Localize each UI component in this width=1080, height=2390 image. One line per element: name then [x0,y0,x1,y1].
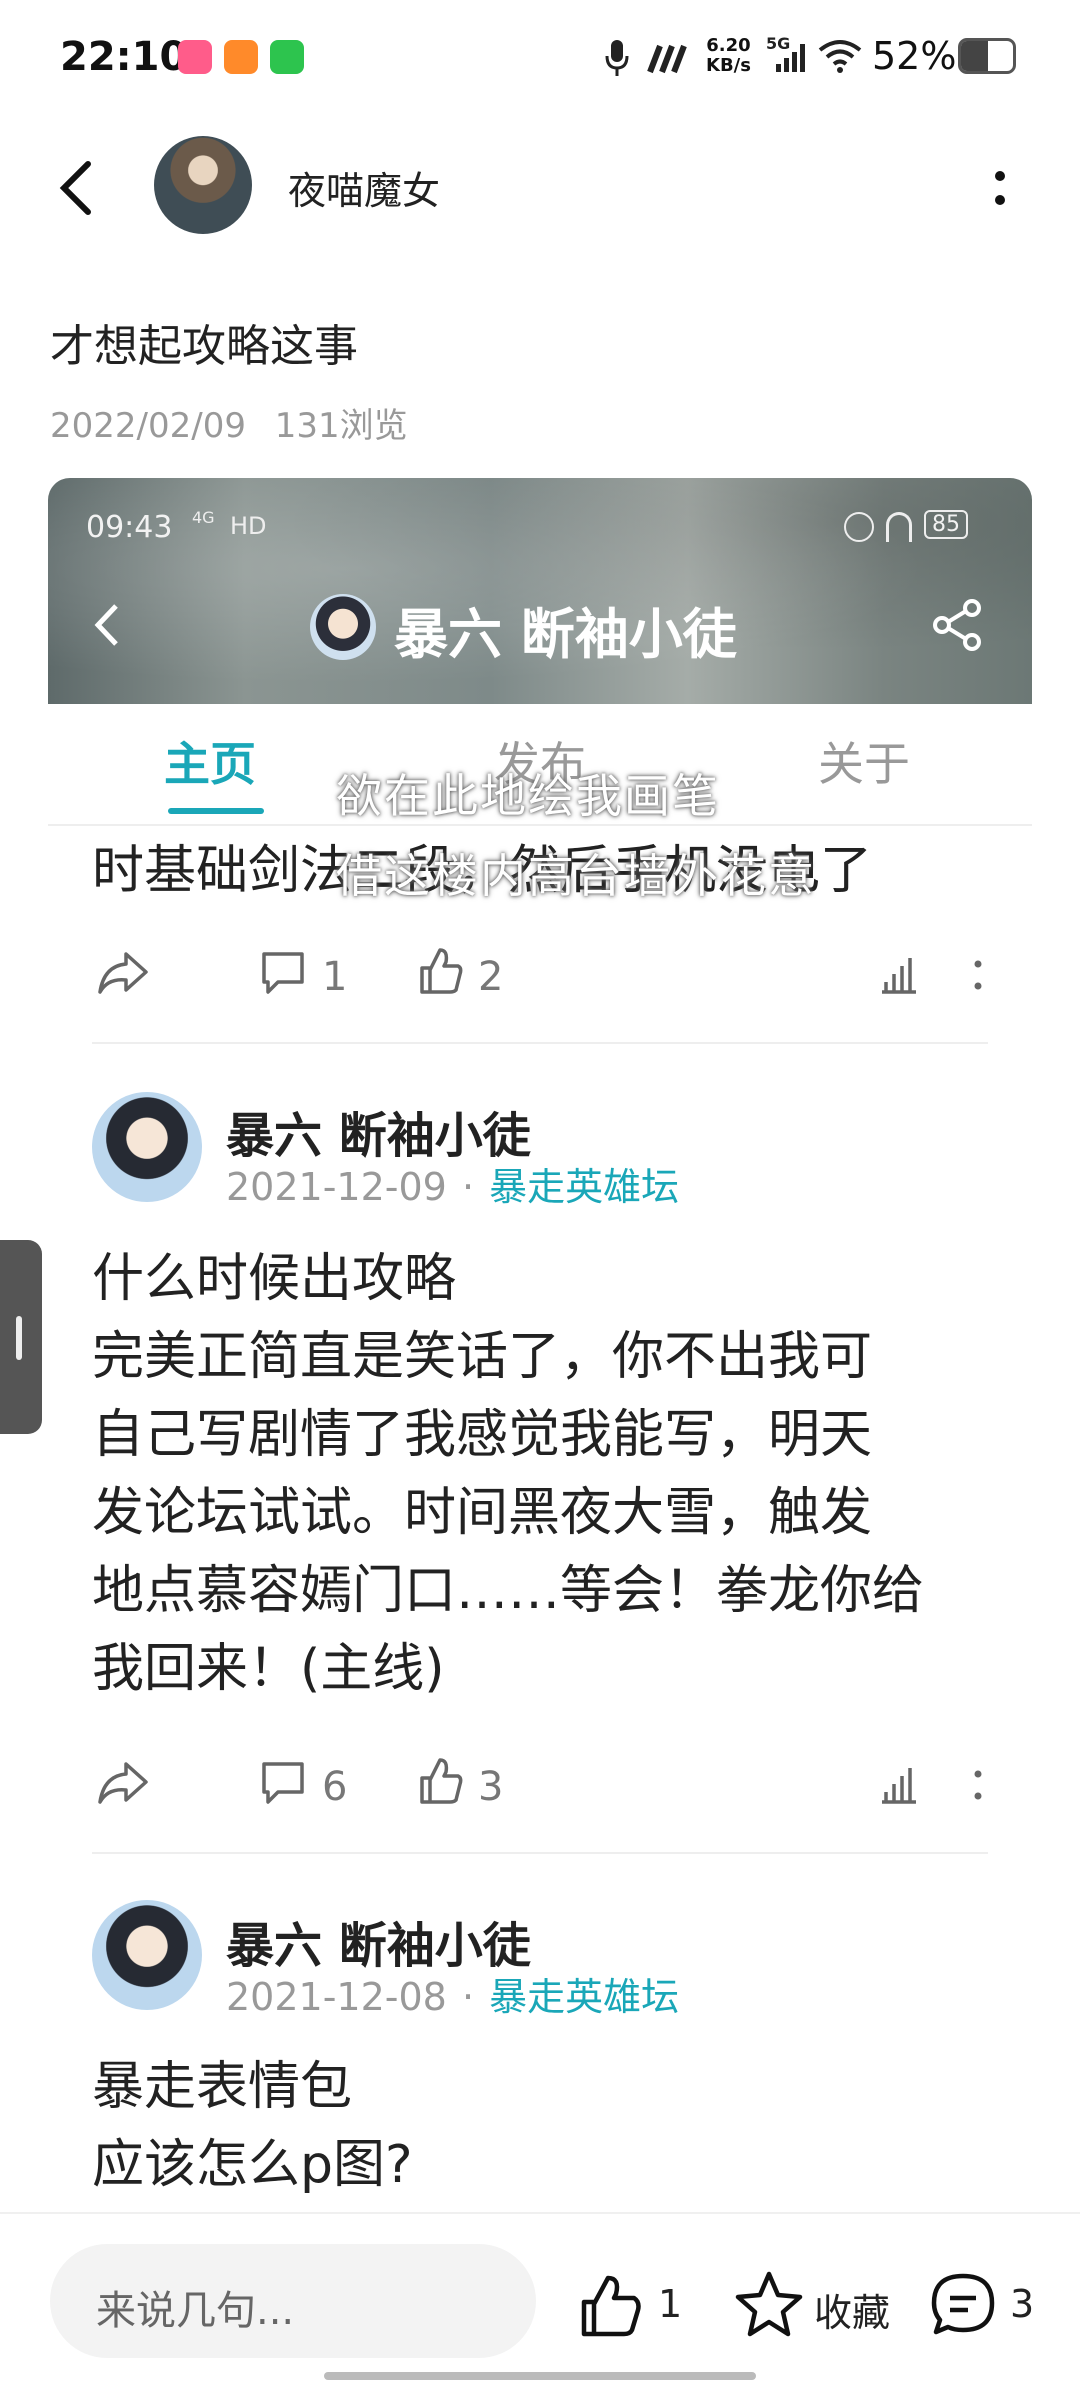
shot-title: 暴六 断袖小徒 [394,603,737,666]
status-time: 22:10 [60,34,188,80]
net-speed: 6.20 KB/s [706,36,751,76]
overlay-subtitle-1: 欲在此地绘我画笔 [336,769,720,823]
favorite-label[interactable]: 收藏 [814,2282,890,2337]
item-date: 2021-12-09 [226,1165,447,1209]
back-button[interactable] [56,158,96,218]
bilibili-app-icon [178,40,212,74]
item-date: 2021-12-08 [226,1975,447,2019]
signal-label: 5G [766,34,791,53]
meta-separator: · [461,1975,475,2019]
embedded-screenshot[interactable]: 09:43 4G HD 85 暴六 断袖小徒 [48,478,1032,704]
item-line: 暴走表情包 [92,2057,353,2117]
forum-link[interactable]: 暴走英雄坛 [489,1165,679,1209]
battery-percent: 52% [872,34,957,78]
comment-count: 6 [322,1764,348,1810]
share-icon[interactable] [96,1758,150,1818]
comment-icon[interactable] [260,1760,306,1806]
author-avatar[interactable] [154,136,252,234]
item-more-icon[interactable] [974,1770,982,1800]
user-meta: 2021-12-08 · 暴走英雄坛 [226,1966,679,2021]
taobao-app-icon [224,40,258,74]
mic-icon [604,38,630,78]
like-icon[interactable] [578,2272,644,2338]
star-icon[interactable] [734,2270,804,2340]
share-icon[interactable] [96,948,150,1008]
overlay-subtitle-2: 借这楼内高台墙外花意 [336,849,816,903]
shot-lock-icon [844,512,874,542]
battery-fill [961,41,989,71]
tab-about[interactable]: 关于 [818,728,910,794]
item-line: 完美正简直是笑话了，你不出我可 [92,1327,873,1387]
item-line: 发论坛试试。时间黑夜大雪，触发 [92,1483,873,1543]
user-meta: 2021-12-09 · 暴走英雄坛 [226,1156,679,1211]
wechat-app-icon [270,40,304,74]
item-line: 自己写剧情了我感觉我能写，明天 [92,1405,873,1465]
shot-user-avatar [310,594,376,660]
back-arrow-icon [59,161,91,215]
post-meta: 2022/02/09 131浏览 [50,398,408,447]
tab-home-indicator [168,808,264,814]
shot-battery: 85 [924,510,968,539]
bottom-like-count: 1 [658,2282,683,2326]
author-name[interactable]: 夜喵魔女 [288,160,440,215]
like-icon[interactable] [418,946,464,996]
net-speed-value: 6.20 [706,35,751,56]
item-line: 我回来！(主线) [92,1639,445,1699]
feed-divider [92,1852,988,1854]
feed-divider [92,1042,988,1044]
post-views: 131浏览 [274,406,408,446]
user-avatar[interactable] [92,1900,202,2010]
battery-icon [958,38,1016,74]
shot-back-icon [92,600,122,650]
shot-share-icon [930,598,984,652]
like-icon[interactable] [418,1756,464,1806]
item-line: 应该怎么p图? [92,2135,413,2195]
stats-icon[interactable] [880,1764,918,1804]
net-speed-unit: KB/s [706,55,751,76]
shot-signal: 4G [192,508,215,527]
stats-icon[interactable] [880,954,918,994]
signal-icon: 5G [766,34,812,74]
nfc-icon [646,44,690,74]
bottom-comment-count: 3 [1010,2282,1035,2326]
item-line: 什么时候出攻略 [92,1249,457,1309]
home-indicator[interactable] [324,2372,756,2380]
side-drawer-handle[interactable] [0,1240,42,1434]
post-title: 才想起攻略这事 [50,321,358,372]
forum-link[interactable]: 暴走英雄坛 [489,1975,679,2019]
shot-hd: HD [230,512,267,540]
status-bar: 22:10 6.20 KB/s 5G 52% [0,0,1080,120]
comment-input-placeholder: 来说几句... [96,2288,295,2334]
more-options-icon[interactable] [994,170,1006,210]
post-date: 2022/02/09 [50,406,246,446]
item-line: 地点慕容嫣门口……等会！拳龙你给 [92,1561,925,1621]
comment-icon[interactable] [260,950,306,996]
wifi-icon [818,38,862,74]
item-more-icon[interactable] [974,960,982,990]
meta-separator: · [461,1165,475,1209]
tab-home[interactable]: 主页 [164,728,256,794]
shot-status-time: 09:43 [86,510,173,545]
like-count: 2 [478,954,504,1000]
shot-headphone-icon [886,512,912,542]
like-count: 3 [478,1764,504,1810]
user-avatar[interactable] [92,1092,202,1202]
comment-count: 1 [322,954,348,1000]
comments-icon[interactable] [928,2270,998,2340]
